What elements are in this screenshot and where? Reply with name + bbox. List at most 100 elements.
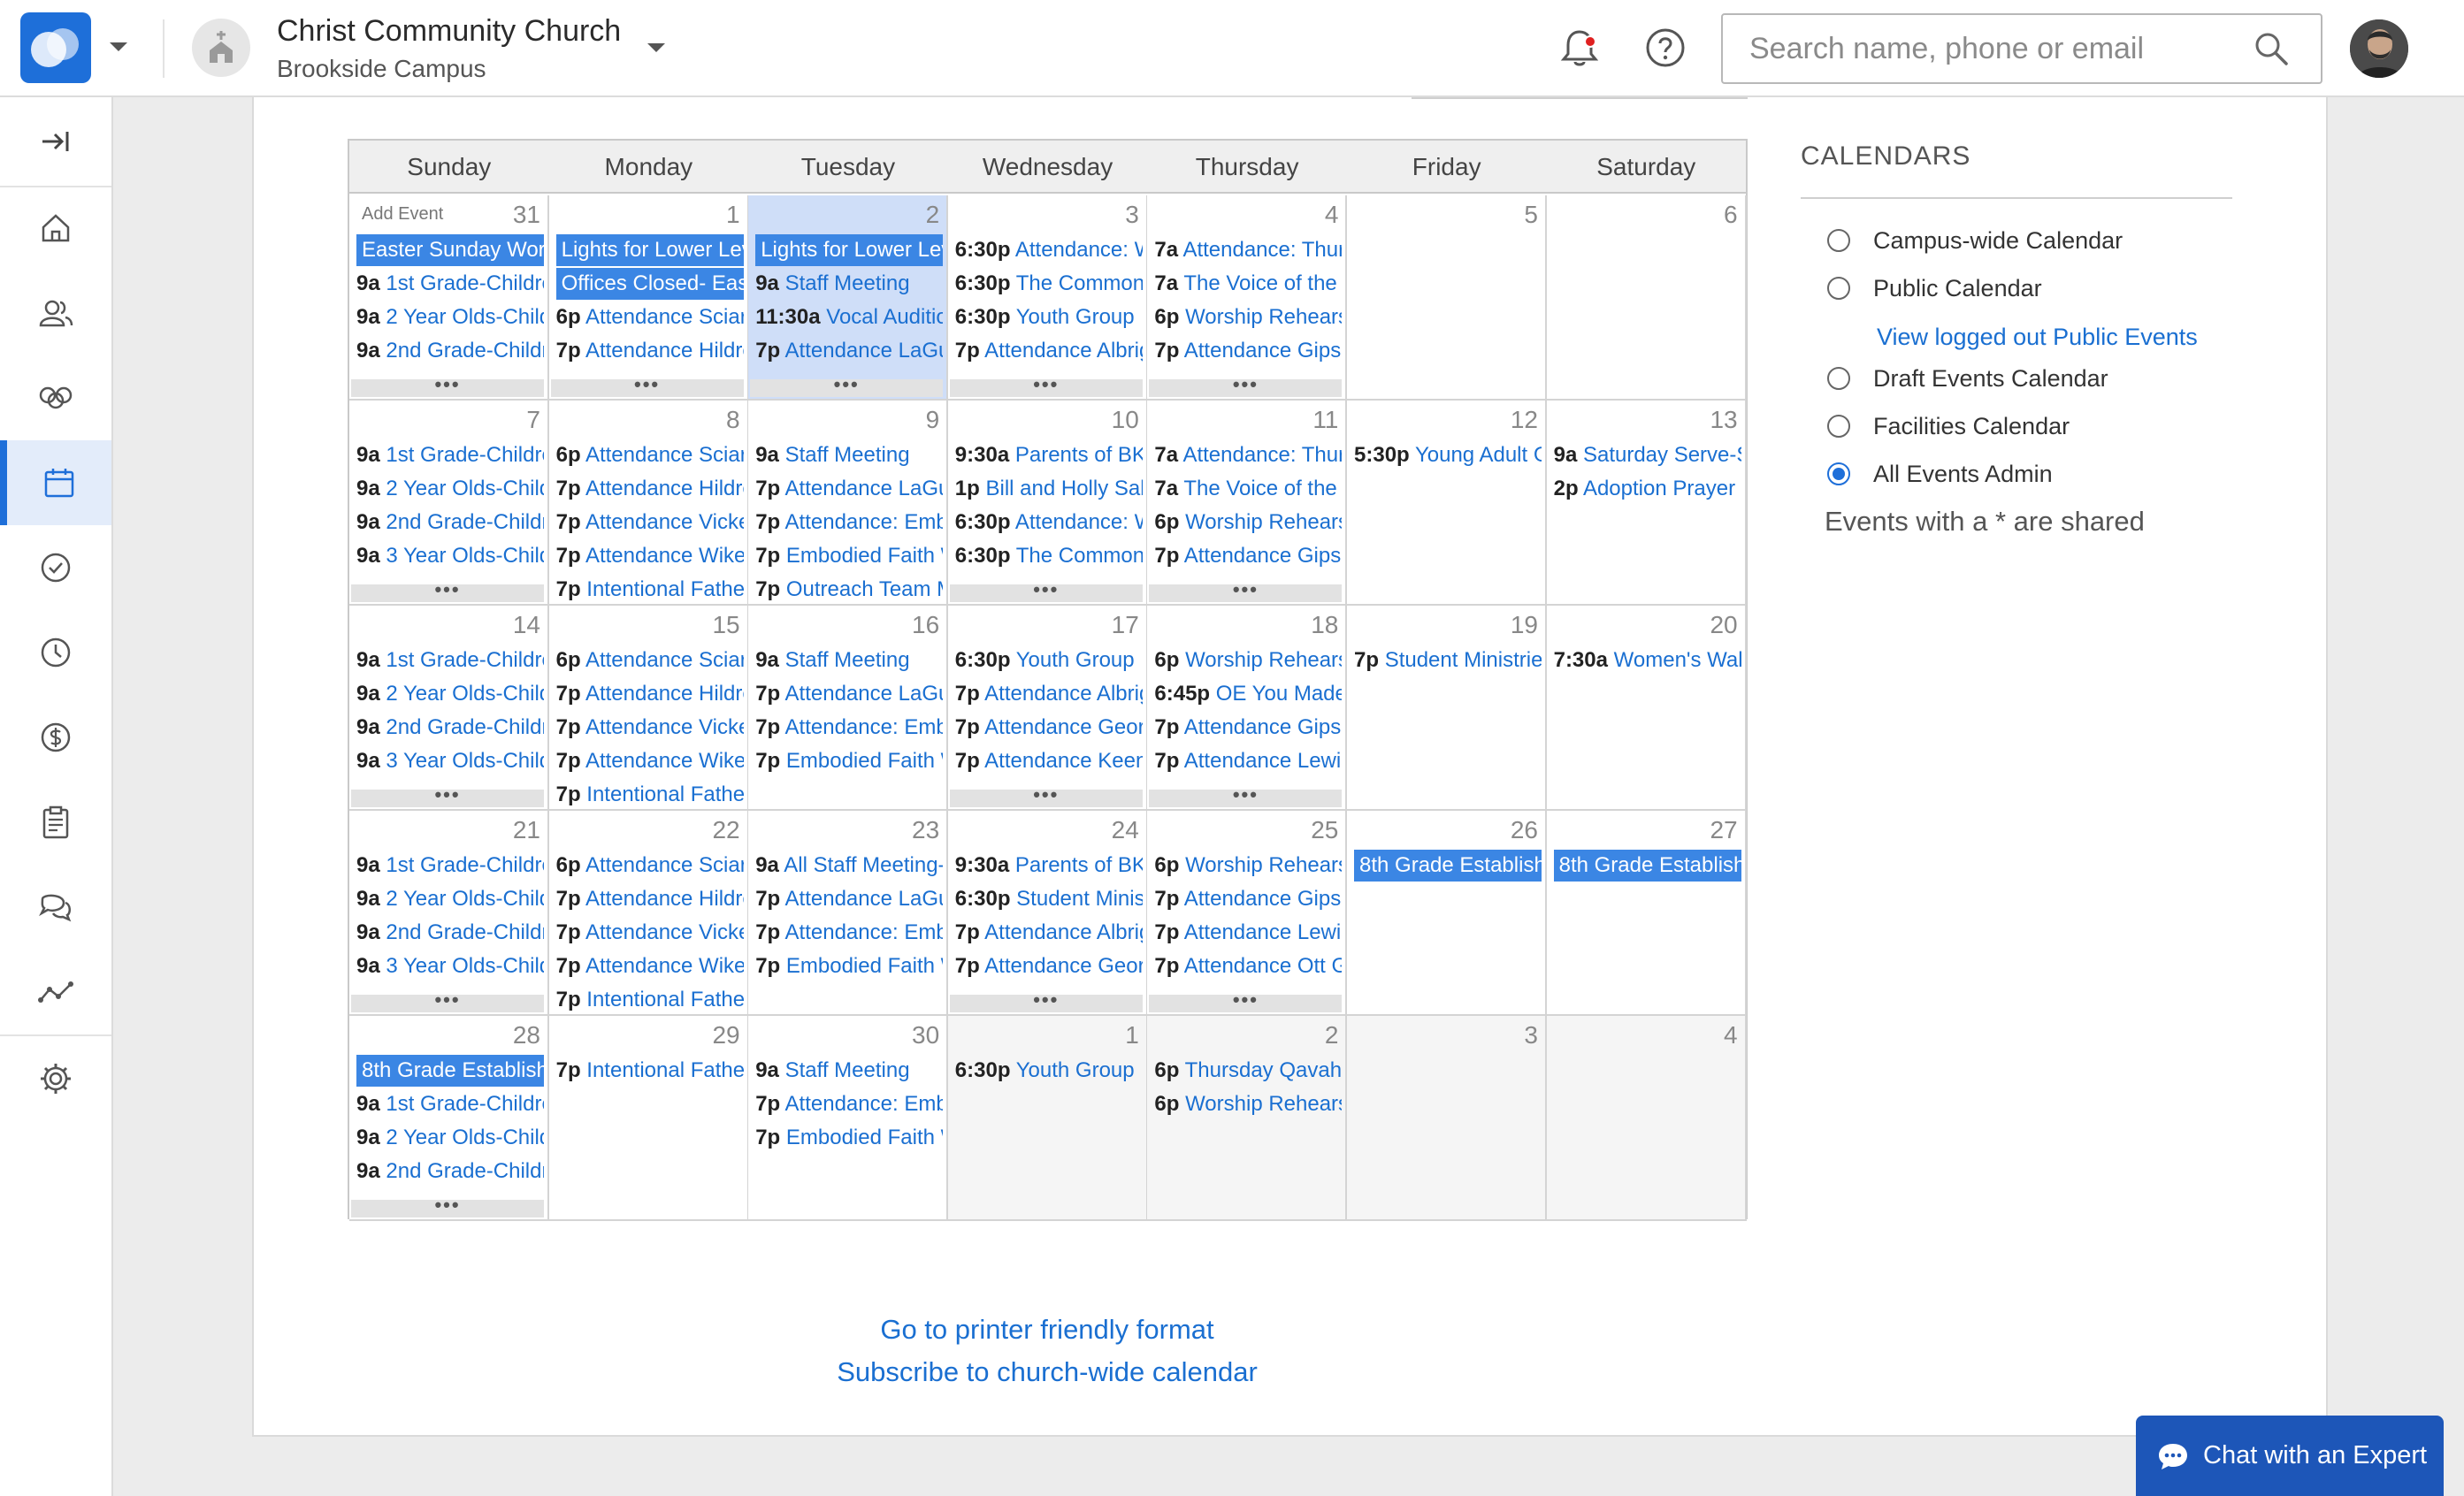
radio-button[interactable] [1827,277,1850,300]
calendar-event[interactable]: 7a The Voice of the Lord [1154,473,1342,505]
day-number[interactable]: 26 [1511,816,1538,844]
event-title[interactable]: Youth Group [1016,305,1135,329]
event-title[interactable]: Saturday Serve-Saturday [1583,443,1741,467]
calendar-day-cell[interactable]: 86p Attendance Sciarra7p Attendance Hild… [548,401,749,606]
church-switcher-caret-icon[interactable] [647,42,666,53]
event-title[interactable]: Adoption Prayer [1583,477,1735,500]
event-title[interactable]: Attendance: Wednesday [1015,238,1143,262]
event-title[interactable]: Attendance Wikel [585,954,744,978]
sidebar-item-attendance[interactable] [0,610,111,695]
event-title[interactable]: OE You Made Me [1216,682,1343,706]
calendar-event[interactable]: 7p Attendance Gipson [1154,712,1342,744]
calendar-event[interactable]: 6:30p Student Ministries [955,883,1143,915]
calendar-event[interactable]: 6:30p Attendance: Wednesday [955,507,1143,538]
event-title[interactable]: Embodied Faith Women [786,544,943,568]
calendar-day-cell[interactable]: Add Event31Easter Sunday Worship9a 1st G… [349,195,549,401]
day-number[interactable]: 8 [726,406,740,434]
calendar-event[interactable]: 6:30p The Commons [955,540,1143,572]
calendar-event[interactable]: 9a 2nd Grade-Children [356,1156,544,1187]
all-day-event[interactable]: 8th Grade Establish [1354,850,1542,882]
day-number[interactable]: 18 [1311,611,1338,639]
calendar-option-all-events-admin[interactable]: All Events Admin [1827,456,2053,492]
calendar-event[interactable]: 7p Attendance Gipson [1154,883,1342,915]
calendar-event[interactable]: 7p Attendance Gipson [1154,335,1342,367]
calendar-day-cell[interactable]: 186p Worship Rehearsal6:45p OE You Made … [1147,606,1348,811]
calendar-event[interactable]: 6p Attendance Sciarra [556,850,744,882]
calendar-event[interactable]: 7p Intentional Fathers [556,984,744,1014]
day-number[interactable]: 15 [712,611,739,639]
calendar-event[interactable]: 9a 2 Year Olds-Children [356,1122,544,1154]
calendar-event[interactable]: 7p Intentional Fathers [556,1055,744,1087]
calendar-day-cell[interactable]: 139a Saturday Serve-Saturday2p Adoption … [1546,401,1747,606]
calendar-event[interactable]: 7p Attendance LaGuardia [755,678,943,710]
sidebar-collapse-button[interactable] [0,99,111,184]
more-events-button[interactable]: ••• [1149,990,1343,1012]
event-title[interactable]: Outreach Team Meeting [786,577,943,601]
notifications-bell-icon[interactable] [1558,27,1601,71]
event-title[interactable]: 3 Year Olds-Children [386,954,544,978]
calendar-event[interactable]: 7p Embodied Faith Women [755,1122,943,1154]
event-title[interactable]: 1st Grade-Children [386,853,544,877]
calendar-day-cell[interactable]: 6 [1546,195,1747,401]
day-number[interactable]: 3 [1125,201,1139,229]
printer-friendly-link[interactable]: Go to printer friendly format [870,1314,1224,1346]
event-title[interactable]: Embodied Faith Women [786,1126,943,1149]
event-title[interactable]: The Voice of the Lord [1183,477,1342,500]
event-title[interactable]: Attendance Gipson [1184,887,1343,911]
event-title[interactable]: 2 Year Olds-Children [386,682,544,706]
calendar-event[interactable]: 6p Worship Rehearsal [1154,301,1342,333]
calendar-event[interactable]: 7p Attendance: Embodied [755,1088,943,1120]
calendar-day-cell[interactable]: 11 7a Attendance: Thursday7a The Voice of… [1147,401,1348,606]
calendar-event[interactable]: 7p Outreach Team Meeting [755,574,943,604]
event-title[interactable]: Attendance George [984,954,1143,978]
event-title[interactable]: Worship Rehearsal [1185,510,1342,534]
calendar-event[interactable]: 7p Student Ministries [1354,645,1542,676]
calendar-event[interactable]: 7p Attendance: Embodied [755,507,943,538]
day-number[interactable]: 1 [726,201,740,229]
sidebar-item-tasks[interactable] [0,525,111,610]
event-title[interactable]: Attendance Albright [984,920,1143,944]
calendar-event[interactable]: 6p Attendance Sciarra [556,439,744,471]
day-number[interactable]: 7 [526,406,540,434]
day-number[interactable]: 11 [1312,406,1338,434]
event-title[interactable]: 2nd Grade-Children [386,920,544,944]
event-title[interactable]: Attendance: Thursday [1182,238,1342,262]
event-title[interactable]: Attendance Wikel [585,749,744,773]
calendar-event[interactable]: 9a 1st Grade-Children [356,645,544,676]
event-title[interactable]: 1st Grade-Children [386,271,544,295]
calendar-day-cell[interactable]: 4 [1546,1016,1747,1221]
calendar-event[interactable]: 7p Attendance George [955,712,1143,744]
event-title[interactable]: Student Ministries [1385,648,1542,672]
more-events-button[interactable]: ••• [351,1195,544,1217]
sidebar-item-groups[interactable] [0,355,111,440]
day-number[interactable]: 25 [1311,816,1338,844]
calendar-day-cell[interactable]: 5 [1347,195,1547,401]
event-title[interactable]: The Voice of the Lord [1183,271,1342,295]
calendar-day-cell[interactable]: 26p Thursday Qavah-6p Worship Rehearsal [1147,1016,1348,1221]
day-number[interactable]: 2 [1325,1021,1339,1049]
calendar-event[interactable]: 9a 1st Grade-Children [356,1088,544,1120]
calendar-event[interactable]: 7p Attendance Vickers [556,507,744,538]
calendar-event[interactable]: 9a 2 Year Olds-Children [356,678,544,710]
calendar-event[interactable]: 9a 2 Year Olds-Children [356,473,544,505]
calendar-event[interactable]: 7a Attendance: Thursday [1154,439,1342,471]
event-title[interactable]: Youth Group [1016,1058,1135,1082]
day-number[interactable]: 21 [513,816,540,844]
calendar-event[interactable]: 7p Attendance Hildreth [556,678,744,710]
calendar-event[interactable]: 11:30a Vocal Auditions [755,301,943,333]
event-title[interactable]: Attendance Hildreth [585,887,744,911]
calendar-day-cell[interactable]: 19 7p Student Ministries [1347,606,1547,811]
event-title[interactable]: Attendance Vickers [585,510,744,534]
event-title[interactable]: Attendance Lewis [1184,749,1343,773]
calendar-option-label[interactable]: Public Calendar [1873,275,2042,302]
event-title[interactable]: Attendance LaGuardia [785,887,944,911]
event-title[interactable]: Attendance Vickers [585,920,744,944]
calendar-event[interactable]: 6:45p OE You Made Me [1154,678,1342,710]
calendar-event[interactable]: 7p Attendance Lewis [1154,745,1342,777]
event-title[interactable]: 2nd Grade-Children [386,1159,544,1183]
calendar-event[interactable]: 7p Embodied Faith Women [755,540,943,572]
event-title[interactable]: 1st Grade-Children [386,648,544,672]
event-title[interactable]: Worship Rehearsal [1185,305,1342,329]
more-events-button[interactable]: ••• [550,375,744,397]
event-title[interactable]: Attendance Gipson [1184,339,1343,363]
